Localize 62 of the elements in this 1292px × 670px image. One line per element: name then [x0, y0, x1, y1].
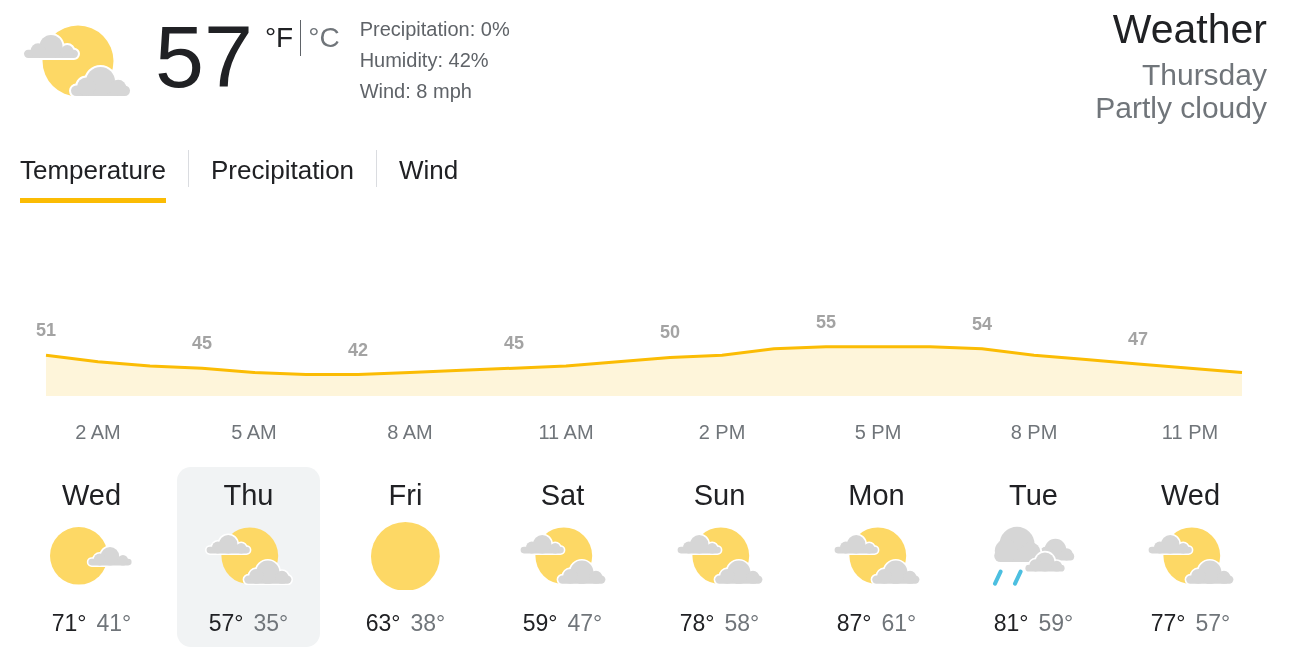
sun-icon: [371, 521, 440, 591]
day-name: Sat: [540, 480, 585, 510]
low-temperature: 61°: [881, 610, 917, 636]
sun-behind-clouds-icon: [1146, 527, 1235, 585]
sun-behind-clouds-icon: [832, 527, 921, 585]
tab[interactable]: Temperature: [20, 150, 166, 203]
high-temperature: 57°: [208, 610, 244, 636]
unit-toggle[interactable]: °F: [260, 22, 298, 54]
data-label: 42: [348, 339, 368, 360]
low-temperature: 59°: [1038, 610, 1074, 636]
sun-behind-clouds-icon: [675, 527, 764, 585]
low-temperature: 47°: [567, 610, 603, 636]
weather-detail: Precipitation: 0%: [359, 17, 510, 42]
sun-behind-clouds-icon: [204, 527, 293, 585]
day-name: Wed: [61, 480, 122, 510]
unit-toggle[interactable]: °C: [304, 22, 344, 54]
high-temperature: 63°: [365, 610, 401, 636]
rain-cloud-icon: [991, 525, 1076, 587]
data-label: 54: [972, 313, 992, 334]
current-temperature: 57: [155, 13, 253, 101]
low-temperature: 58°: [724, 610, 760, 636]
time-label: 8 PM: [1010, 421, 1058, 443]
high-temperature: 71°: [51, 610, 87, 636]
time-label: 2 PM: [698, 421, 746, 443]
data-label: 50: [660, 322, 680, 343]
sun-with-cloud-icon: [49, 527, 134, 585]
low-temperature: 35°: [253, 610, 289, 636]
time-label: 11 PM: [1161, 421, 1219, 443]
day-name: Fri: [388, 480, 423, 510]
day-name: Mon: [848, 480, 905, 510]
time-label: 5 PM: [854, 421, 902, 443]
time-label: 11 AM: [538, 421, 594, 443]
weather-detail: Humidity: 42%: [359, 48, 490, 73]
day-name: Sun: [693, 480, 746, 510]
day-label: Thursday: [1141, 58, 1267, 91]
high-temperature: 77°: [1150, 610, 1186, 636]
tab[interactable]: Precipitation: [210, 150, 355, 203]
sun-behind-clouds-icon: [22, 25, 132, 97]
widget-title: Weather: [1112, 7, 1267, 51]
data-label: 45: [192, 333, 212, 354]
low-temperature: 38°: [410, 610, 446, 636]
data-label: 47: [1128, 328, 1148, 349]
high-temperature: 81°: [993, 610, 1029, 636]
day-name: Tue: [1009, 480, 1058, 510]
day-name: Thu: [223, 480, 274, 510]
high-temperature: 59°: [522, 610, 558, 636]
data-label: 51: [36, 320, 56, 341]
high-temperature: 87°: [836, 610, 872, 636]
data-label: 45: [504, 333, 524, 354]
low-temperature: 57°: [1195, 610, 1231, 636]
time-label: 5 AM: [231, 421, 277, 443]
data-label: 55: [816, 311, 836, 332]
sun-behind-clouds-icon: [518, 527, 607, 585]
time-label: 8 AM: [387, 421, 433, 443]
day-name: Wed: [1160, 480, 1221, 510]
time-label: 2 AM: [75, 421, 121, 443]
weather-detail: Wind: 8 mph: [359, 79, 473, 104]
low-temperature: 41°: [96, 610, 132, 636]
day-card[interactable]: Thu 57° 35°: [177, 467, 320, 647]
tab[interactable]: Wind: [399, 150, 459, 203]
condition-label: Partly cloudy: [1095, 91, 1267, 124]
high-temperature: 78°: [679, 610, 715, 636]
